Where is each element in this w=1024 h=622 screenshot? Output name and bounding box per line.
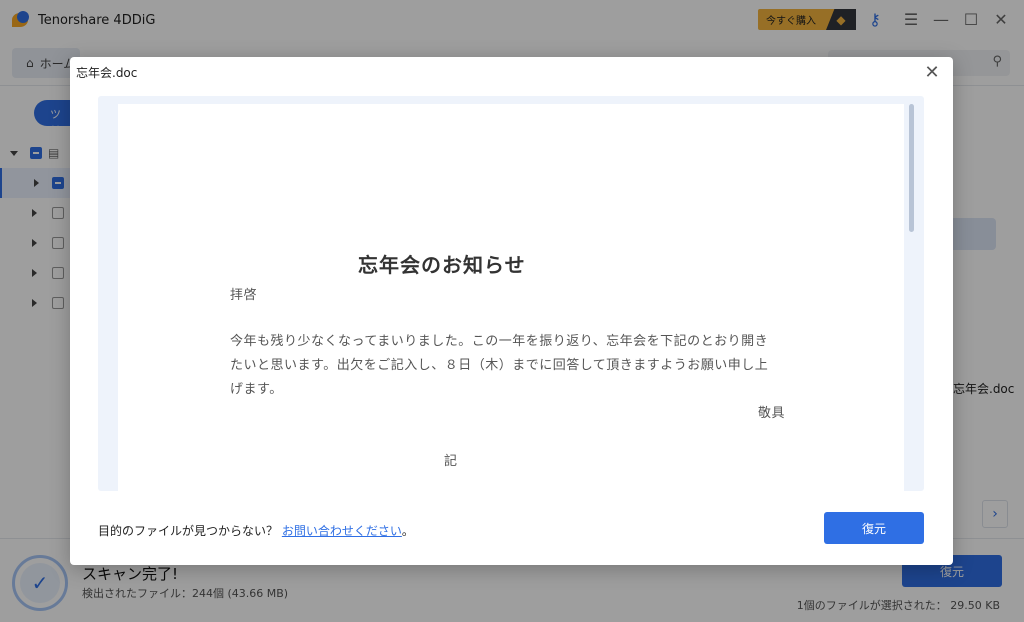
document-body-line: たいと思います。出欠をご記入し、８日（木）までに回答して頂きますようお願い申し上: [230, 358, 769, 373]
footer-punctuation: 。: [401, 524, 414, 538]
document-note-heading: 記: [444, 454, 458, 469]
preview-frame: 忘年会のお知らせ 拝啓 今年も残り少なくなってまいりました。この一年を振り返り、…: [98, 96, 924, 491]
dialog-footer-text: 目的のファイルが見つからない？ お問い合わせください。: [98, 522, 414, 539]
document-page: 忘年会のお知らせ 拝啓 今年も残り少なくなってまいりました。この一年を振り返り、…: [118, 104, 904, 491]
document-heading: 忘年会のお知らせ: [358, 253, 526, 277]
footer-question: 目的のファイルが見つからない？: [98, 524, 279, 538]
preview-dialog: 忘年会.doc ✕ 忘年会のお知らせ 拝啓 今年も残り少なくなってまいりました。…: [70, 57, 953, 565]
document-salutation: 拝啓: [230, 288, 258, 303]
document-body-line: げます。: [230, 382, 283, 397]
close-icon[interactable]: ✕: [921, 61, 943, 83]
document-body-line: 今年も残り少なくなってまいりました。この一年を振り返り、忘年会を下記のとおり開き: [230, 334, 769, 349]
contact-us-link[interactable]: お問い合わせください: [282, 524, 402, 538]
document-closing: 敬具: [758, 406, 786, 421]
dialog-title: 忘年会.doc: [76, 66, 138, 80]
preview-scrollbar[interactable]: [909, 104, 914, 232]
dialog-restore-button[interactable]: 復元: [824, 512, 924, 544]
